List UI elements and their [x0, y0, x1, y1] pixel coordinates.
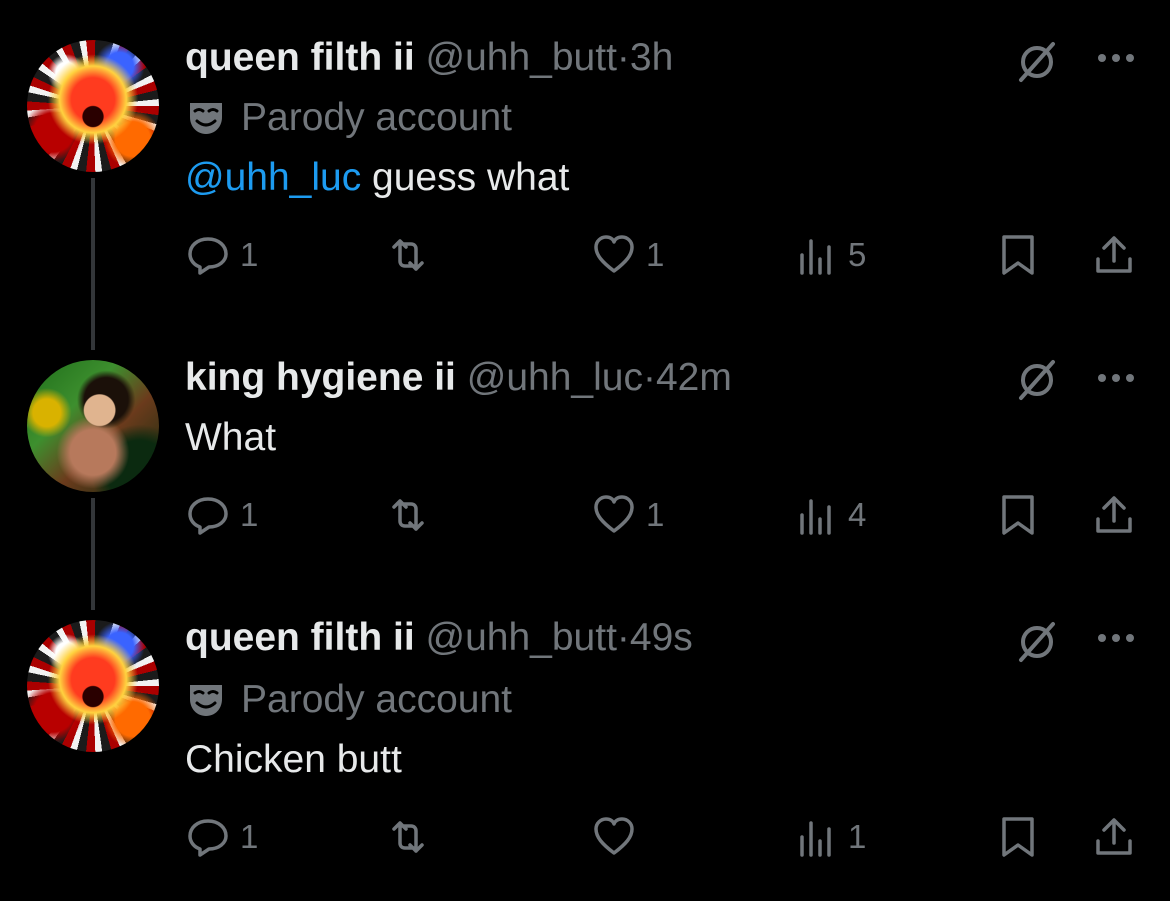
bookmark-icon: [1002, 817, 1034, 857]
user-handle[interactable]: @uhh_butt: [426, 36, 617, 79]
meta-separator: ·: [616, 616, 630, 659]
more-icon[interactable]: [1092, 368, 1140, 388]
share-button[interactable]: [1092, 815, 1136, 859]
share-icon: [1096, 818, 1132, 855]
reply-icon: [188, 237, 228, 275]
views-count: 5: [848, 236, 867, 273]
avatar[interactable]: [27, 40, 159, 172]
share-button[interactable]: [1092, 493, 1136, 537]
reply-icon: [188, 497, 228, 535]
tweet[interactable]: queen filth ii @uhh_butt·3h Parody accou…: [0, 0, 1170, 300]
tweet-actions: 1 1 4: [0, 493, 1170, 543]
like-button[interactable]: 1: [592, 493, 664, 537]
reply-count: 1: [240, 818, 259, 855]
like-button[interactable]: 1: [592, 233, 664, 277]
bookmark-button[interactable]: [996, 233, 1040, 277]
grok-icon[interactable]: [1015, 358, 1059, 402]
views-count: 1: [848, 818, 867, 855]
reply-button[interactable]: 1: [186, 493, 258, 537]
tweet-actions: 1 1 5: [0, 233, 1170, 283]
reply-count: 1: [240, 496, 259, 533]
user-handle[interactable]: @uhh_butt: [426, 616, 617, 659]
parody-mask-icon: [190, 103, 222, 134]
bookmark-icon: [1002, 235, 1034, 275]
display-name[interactable]: queen filth ii: [185, 616, 415, 659]
share-icon: [1096, 496, 1132, 533]
parody-label-text: Parody account: [241, 678, 513, 721]
repost-icon: [392, 239, 424, 271]
reply-count: 1: [240, 236, 259, 273]
timestamp[interactable]: 42m: [656, 356, 732, 399]
timestamp[interactable]: 49s: [630, 616, 693, 659]
bookmark-button[interactable]: [996, 815, 1040, 859]
bookmark-button[interactable]: [996, 493, 1040, 537]
like-icon: [594, 817, 634, 855]
tweet-text-content: guess what: [361, 156, 570, 199]
tweet-actions: 1 1: [0, 815, 1170, 865]
meta-separator: ·: [642, 356, 656, 399]
views-count: 4: [848, 496, 867, 533]
repost-button[interactable]: [386, 233, 440, 277]
views-button[interactable]: 5: [794, 233, 866, 277]
views-icon: [800, 821, 831, 857]
meta-separator: ·: [616, 36, 630, 79]
grok-icon[interactable]: [1015, 40, 1059, 84]
parody-label: Parody account: [185, 676, 512, 724]
reply-button[interactable]: 1: [186, 815, 258, 859]
views-button[interactable]: 4: [794, 493, 866, 537]
user-handle[interactable]: @uhh_luc: [467, 356, 643, 399]
repost-button[interactable]: [386, 493, 440, 537]
views-button[interactable]: 1: [794, 815, 866, 859]
more-icon[interactable]: [1092, 628, 1140, 648]
like-count: 1: [646, 496, 665, 533]
parody-label-text: Parody account: [241, 96, 513, 139]
display-name[interactable]: queen filth ii: [185, 36, 415, 79]
display-name[interactable]: king hygiene ii: [185, 356, 456, 399]
parody-label: Parody account: [185, 94, 512, 142]
mention-link[interactable]: @uhh_luc: [185, 156, 361, 199]
tweet-text: Chicken butt: [185, 738, 402, 781]
tweet-header: queen filth ii @uhh_butt·49s: [185, 614, 693, 662]
like-count: 1: [646, 236, 665, 273]
share-icon: [1096, 236, 1132, 273]
tweet-text: @uhh_luc guess what: [185, 154, 569, 202]
like-icon: [594, 235, 634, 273]
tweet-header: queen filth ii @uhh_butt·3h: [185, 34, 673, 82]
repost-icon: [392, 499, 424, 531]
grok-icon[interactable]: [1015, 620, 1059, 664]
reply-icon: [188, 819, 228, 857]
parody-mask-icon: [190, 685, 222, 716]
timestamp[interactable]: 3h: [630, 36, 673, 79]
like-button[interactable]: [592, 815, 646, 859]
views-icon: [800, 499, 831, 535]
share-button[interactable]: [1092, 233, 1136, 277]
more-icon[interactable]: [1092, 48, 1140, 68]
like-icon: [594, 495, 634, 533]
tweet-header: king hygiene ii @uhh_luc·42m: [185, 354, 732, 402]
repost-icon: [392, 821, 424, 853]
avatar[interactable]: [27, 360, 159, 492]
avatar[interactable]: [27, 620, 159, 752]
repost-button[interactable]: [386, 815, 440, 859]
tweet-text: What: [185, 416, 277, 459]
views-icon: [800, 239, 831, 275]
bookmark-icon: [1002, 495, 1034, 535]
reply-button[interactable]: 1: [186, 233, 258, 277]
thread-connector-line: [91, 498, 95, 610]
